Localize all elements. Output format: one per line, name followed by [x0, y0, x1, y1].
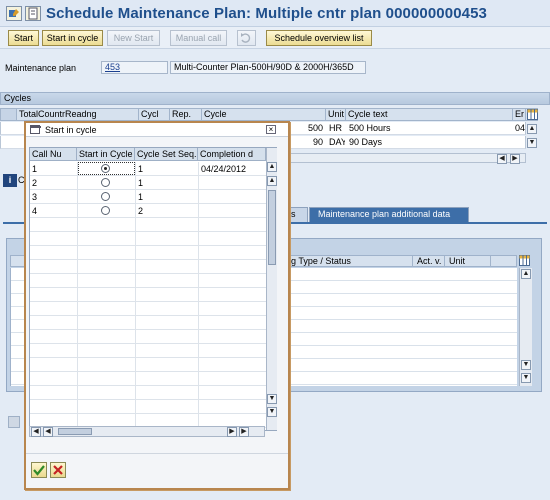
start-in-cycle-radio[interactable]	[101, 192, 110, 201]
scroll-down-icon[interactable]: ▼	[267, 394, 277, 404]
column-type-status[interactable]: g Type / Status	[289, 256, 413, 267]
column-total-counter-reading[interactable]: TotalCountrReadng	[17, 109, 139, 120]
call-number: 1	[32, 164, 38, 174]
cycle-set-seq: 1	[138, 178, 144, 188]
scroll-right-icon[interactable]: ▶	[227, 427, 237, 437]
column-cycle[interactable]: Cycle	[202, 109, 326, 120]
refresh-icon[interactable]	[237, 30, 256, 46]
dialog-divider	[26, 453, 288, 454]
application-toolbar: Start Start in cycle New Start Manual ca…	[0, 27, 550, 49]
cycle-er: 04	[515, 123, 525, 133]
maintenance-plan-label: Maintenance plan	[5, 63, 77, 73]
column-start-in-cycle[interactable]: Start in Cycle	[77, 148, 135, 161]
scroll-down-icon[interactable]: ▼	[521, 360, 531, 370]
display-change-icon[interactable]	[6, 6, 22, 21]
scroll-left-icon[interactable]: ◀	[31, 427, 41, 437]
checkmark-icon[interactable]	[31, 462, 47, 478]
column-completion-date[interactable]: Completion d	[198, 148, 266, 161]
completion-date: 04/24/2012	[201, 164, 247, 174]
scroll-top-icon[interactable]: ▲	[521, 269, 531, 279]
scroll-up-icon[interactable]: ▲	[267, 176, 277, 186]
start-button[interactable]: Start	[8, 30, 39, 46]
cycle-text: 500 Hours	[349, 123, 391, 133]
cycles-grid-header: TotalCountrReadng Cycl Rep. Cycle Unit C…	[0, 108, 538, 121]
document-icon[interactable]	[25, 6, 41, 21]
call-number: 4	[32, 206, 38, 216]
scroll-right-icon[interactable]: ▶	[510, 154, 520, 164]
call-number: 3	[32, 192, 38, 202]
tab-maintenance-plan-additional-data[interactable]: Maintenance plan additional data	[309, 207, 469, 222]
info-icon: i	[3, 174, 17, 187]
column-act-value[interactable]: Act. v.	[415, 256, 445, 267]
dialog-vertical-scrollbar[interactable]: ▲ ▲ ▼ ▼	[266, 148, 277, 430]
scroll-up-icon[interactable]: ▲	[527, 124, 537, 134]
column-er[interactable]: Er	[513, 109, 526, 120]
col-divider	[135, 162, 136, 430]
start-in-cycle-grid: Call Nu Start in Cycle Cycle Set Seq. Co…	[29, 147, 277, 431]
dialog-title: Start in cycle	[45, 125, 97, 135]
cycles-panel-header: Cycles	[0, 92, 550, 105]
page-title: Schedule Maintenance Plan: Multiple cntr…	[46, 5, 487, 22]
close-icon[interactable]: ×	[266, 125, 276, 134]
cycle-value: 90	[312, 137, 323, 147]
start-in-cycle-button[interactable]: Start in cycle	[42, 30, 103, 46]
right-vertical-scrollbar[interactable]: ▲ ▼ ▼	[519, 268, 532, 386]
cycle-er	[513, 136, 525, 148]
scroll-left-icon[interactable]: ◀	[497, 154, 507, 164]
col-divider	[198, 162, 199, 430]
disabled-button-icon[interactable]	[8, 416, 20, 428]
column-unit[interactable]: Unit	[326, 109, 346, 120]
dialog-window-icon	[30, 125, 41, 134]
scroll-thumb[interactable]	[268, 190, 276, 265]
cancel-icon[interactable]	[50, 462, 66, 478]
column-cycle-text[interactable]: Cycle text	[346, 109, 513, 120]
column-call-number[interactable]: Call Nu	[30, 148, 77, 161]
cycle-set-seq: 2	[138, 206, 144, 216]
start-in-cycle-radio[interactable]	[101, 164, 110, 173]
title-bar: Schedule Maintenance Plan: Multiple cntr…	[0, 0, 550, 27]
scroll-down-icon[interactable]: ▼	[527, 138, 537, 148]
scroll-left-icon[interactable]: ◀	[43, 427, 53, 437]
grid-body	[30, 162, 266, 430]
scroll-thumb[interactable]	[58, 428, 92, 435]
horizontal-scrollbar[interactable]	[290, 153, 526, 163]
schedule-overview-list-button[interactable]: Schedule overview list	[266, 30, 372, 46]
start-in-cycle-dialog: Start in cycle × Call Nu Start in Cycle …	[24, 121, 290, 490]
scroll-bottom-icon[interactable]: ▼	[267, 407, 277, 417]
maintenance-plan-number-field[interactable]: 453	[101, 61, 168, 74]
new-start-button[interactable]: New Start	[107, 30, 160, 46]
scroll-right-icon[interactable]: ▶	[239, 427, 249, 437]
cycle-set-seq: 1	[138, 192, 144, 202]
select-all-cell[interactable]	[1, 109, 17, 120]
manual-call-button[interactable]: Manual call	[170, 30, 227, 46]
column-unit[interactable]: Unit	[447, 256, 491, 267]
maintenance-plan-description-field: Multi-Counter Plan-500H/90D & 2000H/365D	[170, 61, 366, 74]
cycle-text: 90 Days	[349, 137, 383, 147]
scroll-bottom-icon[interactable]: ▼	[521, 373, 531, 383]
col-divider	[77, 162, 78, 430]
cycle-unit: DAY	[329, 137, 345, 147]
dialog-horizontal-scrollbar[interactable]: ◀ ◀ ▶ ▶	[29, 426, 265, 437]
start-in-cycle-radio[interactable]	[101, 206, 110, 215]
dialog-title-bar: Start in cycle ×	[26, 123, 288, 137]
table-settings-icon[interactable]	[527, 109, 538, 120]
cycle-value: 500	[307, 123, 323, 133]
cycle-unit: HR	[329, 123, 342, 133]
column-cycle-short[interactable]: Cycl	[139, 109, 170, 120]
column-repeat[interactable]: Rep.	[170, 109, 202, 120]
table-settings-icon[interactable]	[519, 255, 530, 266]
column-cycle-set-seq[interactable]: Cycle Set Seq.	[135, 148, 198, 161]
start-in-cycle-radio[interactable]	[101, 178, 110, 187]
cycle-set-seq: 1	[138, 164, 144, 174]
call-number: 2	[32, 178, 38, 188]
scroll-top-icon[interactable]: ▲	[267, 162, 277, 172]
